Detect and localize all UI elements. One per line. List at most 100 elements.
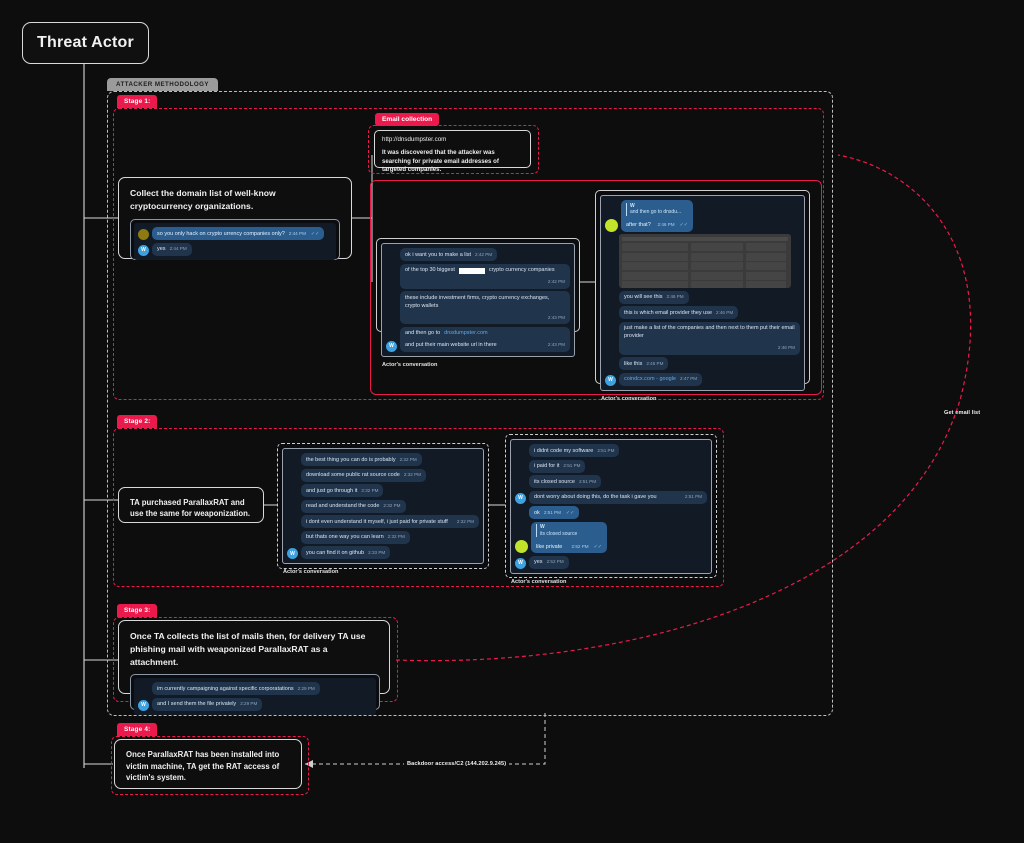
chat-bubble: i didnt code my software 2:51 PM <box>529 444 619 457</box>
chat-text-continued: crypto currency companies <box>489 266 555 274</box>
chat-message: i paid for it 2:51 PM <box>515 460 707 473</box>
chat-time: 2:46 PM <box>778 344 795 352</box>
chat-time: 2:43 PM <box>548 341 565 349</box>
chat-text: the best thing you can do is probably <box>306 456 396 464</box>
chat-text: download some public rat source code <box>306 471 400 479</box>
chat-time: 2:32 PM <box>457 518 474 526</box>
chat-time: 2:51 PM <box>579 478 596 486</box>
avatar-placeholder <box>386 313 397 324</box>
threat-actor-node[interactable]: Threat Actor <box>22 22 149 64</box>
stage-2-note: TA purchased ParallaxRAT and use the sam… <box>118 487 264 523</box>
chat-message: you will see this 2:46 PM <box>605 291 800 304</box>
stage-3-badge-label: Stage 3: <box>124 607 150 614</box>
chat-message: download some public rat source code 2:3… <box>287 469 479 482</box>
chat-bubble: you can find it on github 2:33 PM <box>301 546 390 559</box>
chat-bubble: i dont even understand it myself, i just… <box>301 515 479 528</box>
chat-message: W coindcx.com - google 2:47 PM <box>605 373 800 386</box>
chat-message: W yes 2:44 PM <box>138 243 332 256</box>
stage-3-chat: im currently campaigning against specifi… <box>130 674 380 710</box>
chat-text: im currently campaigning against specifi… <box>157 685 294 693</box>
chat-time: 2:46 PM <box>658 221 675 229</box>
stage-1-left-conversation: ok i want you to make a list 2:42 PM of … <box>376 238 580 332</box>
stage-4-badge[interactable]: Stage 4: <box>117 723 157 736</box>
stage-1-left-conversation-body: ok i want you to make a list 2:42 PM of … <box>381 243 575 357</box>
quoted-reply: W and then go to dnsdu... <box>626 203 688 216</box>
avatar-placeholder <box>287 517 298 528</box>
chat-time: 2:32 PM <box>400 456 417 464</box>
read-receipt-icon: ✓✓ <box>594 543 602 551</box>
avatar-w: W <box>386 341 397 352</box>
avatar-placeholder <box>386 278 397 289</box>
stage-1-right-conversation: W and then go to dnsdu... after that? 2:… <box>595 190 810 384</box>
chat-text: ok i want you to make a list <box>405 251 471 259</box>
avatar-placeholder <box>605 344 616 355</box>
email-collection-label: Email collection <box>382 116 432 123</box>
chat-time: 2:47 PM <box>680 375 697 383</box>
chat-bubble: like this 2:46 PM <box>619 357 668 370</box>
email-collection-description: It was discovered that the attacker was … <box>382 149 523 175</box>
chat-time: 2:44 PM <box>170 245 187 253</box>
quoted-reply: W its closed source <box>536 524 602 537</box>
chat-time: 2:52 PM <box>547 558 564 566</box>
chat-bubble: and then go to dnsdumpster.com and put t… <box>400 327 570 352</box>
avatar-w: W <box>138 700 149 711</box>
quote-text: and then go to dnsdu... <box>630 209 688 216</box>
dnsdumpster-url[interactable]: http://dnsdumpster.com <box>382 136 523 143</box>
chat-time: 2:33 PM <box>368 549 385 557</box>
stage-1-note-chat-body: so you only hack on crypto urrency compa… <box>134 223 336 260</box>
avatar-placeholder <box>605 293 616 304</box>
avatar-w: W <box>515 493 526 504</box>
chat-time: 2:32 PM <box>404 471 421 479</box>
chat-text: dont worry about doing this, do the task… <box>534 493 657 501</box>
chat-message: but thats one way you can learn 2:32 PM <box>287 531 479 544</box>
chat-bubble: and I send them the file privately 2:29 … <box>152 698 262 711</box>
chat-text: these include investment firms, crypto c… <box>405 294 565 310</box>
chat-message: of the top 30 biggest crypto currency co… <box>386 264 570 289</box>
chat-bubble: ok 2:51 PM ✓✓ <box>529 506 579 519</box>
chat-text: and then go to <box>405 329 440 337</box>
avatar-placeholder <box>138 684 149 695</box>
stage-4-note: Once ParallaxRAT has been installed into… <box>114 739 302 789</box>
chat-message: ok 2:51 PM ✓✓ <box>515 506 707 519</box>
chat-link[interactable]: dnsdumpster.com <box>444 329 487 337</box>
stage-4-badge-label: Stage 4: <box>124 726 150 733</box>
chat-message: its closed source 2:51 PM <box>515 475 707 488</box>
chat-message: i didnt code my software 2:51 PM <box>515 444 707 457</box>
conversation-caption: Actor's conversation <box>596 395 809 405</box>
conversation-caption: Actor's conversation <box>506 578 716 588</box>
chat-bubble: ok i want you to make a list 2:42 PM <box>400 248 497 261</box>
attacker-methodology-label: ATTACKER METHODOLOGY <box>116 81 209 88</box>
chat-message: W dont worry about doing this, do the ta… <box>515 491 707 504</box>
stage-3-badge[interactable]: Stage 3: <box>117 604 157 617</box>
stage-2-left-conversation-body: the best thing you can do is probably 2:… <box>282 448 484 564</box>
chat-time: 2:43 PM <box>548 314 565 322</box>
email-collection-badge[interactable]: Email collection <box>375 113 439 126</box>
attacker-methodology-tab[interactable]: ATTACKER METHODOLOGY <box>107 78 218 91</box>
chat-time: 2:29 PM <box>240 700 257 708</box>
avatar-placeholder <box>605 277 616 288</box>
chat-time: 2:46 PM <box>646 360 663 368</box>
stage-1-note: Collect the domain list of well-know cry… <box>118 177 352 259</box>
avatar-w: W <box>515 558 526 569</box>
chat-message: just make a list of the companies and th… <box>605 322 800 355</box>
chat-bubble: the best thing you can do is probably 2:… <box>301 453 422 466</box>
chat-bubble: W its closed source like private 2:52 PM… <box>531 522 607 554</box>
chat-text: i didnt code my software <box>534 447 593 455</box>
chat-message: W and then go to dnsdu... after that? 2:… <box>605 200 800 232</box>
chat-text: ok <box>534 509 540 517</box>
chat-message: W and then go to dnsdumpster.com and put… <box>386 327 570 352</box>
chat-link[interactable]: coindcx.com - google <box>624 375 676 383</box>
stage-2-right-conversation: i didnt code my software 2:51 PM i paid … <box>505 434 717 578</box>
stage-1-badge[interactable]: Stage 1: <box>117 95 157 108</box>
stage-2-right-conversation-body: i didnt code my software 2:51 PM i paid … <box>510 439 712 574</box>
conversation-caption: Actor's conversation <box>377 361 579 371</box>
avatar-placeholder <box>605 359 616 370</box>
read-receipt-icon: ✓✓ <box>680 221 688 229</box>
chat-bubble: these include investment firms, crypto c… <box>400 291 570 324</box>
get-email-list-label: Get email list <box>944 410 980 416</box>
stage-2-badge[interactable]: Stage 2: <box>117 415 157 428</box>
chat-message-image <box>605 234 800 288</box>
stage-3-note-text: Once TA collects the list of mails then,… <box>130 630 378 669</box>
dns-records-screenshot[interactable] <box>619 234 791 288</box>
conversation-caption: Actor's conversation <box>278 568 488 578</box>
